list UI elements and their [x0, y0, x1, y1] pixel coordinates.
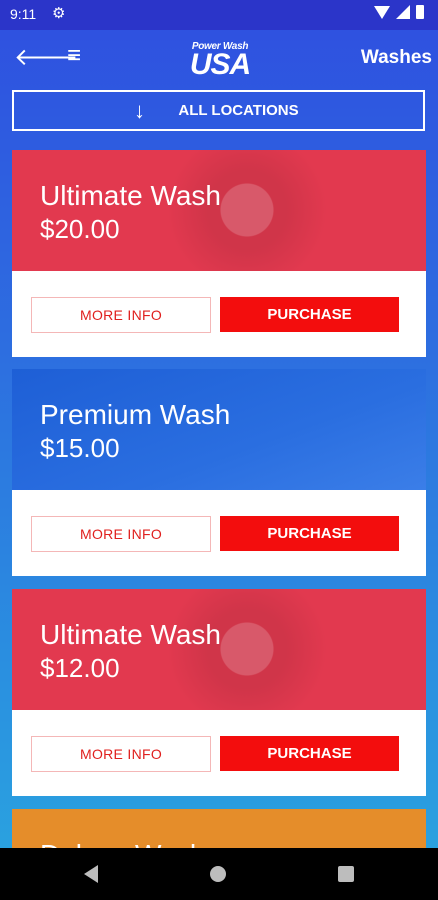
all-locations-label: ALL LOCATIONS — [178, 102, 299, 119]
wash-card: Ultimate Wash $12.00 MORE INFO PURCHASE — [12, 589, 426, 796]
wash-card: Ultimate Wash $20.00 MORE INFO PURCHASE — [12, 150, 426, 357]
nav-recents-icon[interactable] — [338, 866, 354, 882]
purchase-button[interactable]: PURCHASE — [220, 736, 399, 771]
wash-card-partial[interactable]: Deluxe Wash — [12, 809, 426, 849]
nav-home-icon[interactable] — [210, 866, 226, 882]
purchase-button[interactable]: PURCHASE — [220, 297, 399, 332]
battery-icon — [416, 5, 424, 19]
nav-back-icon[interactable] — [84, 865, 98, 883]
logo-main-text: USA — [189, 48, 251, 81]
signal-icon — [396, 5, 410, 19]
wifi-icon — [374, 5, 390, 19]
status-bar: 9:11 ⚙ — [0, 0, 438, 30]
status-icons — [374, 5, 424, 19]
more-info-button[interactable]: MORE INFO — [31, 516, 211, 552]
wash-name: Premium Wash — [40, 399, 231, 430]
wash-card-hero: Ultimate Wash $20.00 — [12, 150, 426, 271]
system-nav-bar — [0, 848, 438, 900]
wash-price: $15.00 — [40, 433, 120, 463]
wash-card: Premium Wash $15.00 MORE INFO PURCHASE — [12, 369, 426, 576]
status-time: 9:11 — [10, 6, 37, 22]
purchase-button[interactable]: PURCHASE — [220, 516, 399, 551]
wash-name: Ultimate Wash — [40, 619, 222, 650]
wash-price: $12.00 — [40, 653, 120, 683]
all-locations-button[interactable]: ↓ ALL LOCATIONS — [12, 90, 425, 131]
wash-card-hero: Premium Wash $15.00 — [12, 369, 426, 490]
arrow-down-icon: ↓ — [134, 98, 145, 123]
app-logo: Power Wash USA — [178, 42, 262, 81]
page-title: Washes — [360, 47, 432, 68]
more-info-button[interactable]: MORE INFO — [31, 736, 211, 772]
gear-icon: ⚙ — [52, 5, 66, 22]
more-info-button[interactable]: MORE INFO — [31, 297, 211, 333]
hamburger-icon[interactable]: ≡ — [67, 42, 81, 70]
wash-price: $20.00 — [40, 214, 120, 244]
wash-name: Ultimate Wash — [40, 180, 222, 211]
app-bar: 🡐 ≡ Power Wash USA Washes — [0, 30, 438, 86]
wash-card-hero: Ultimate Wash $12.00 — [12, 589, 426, 710]
